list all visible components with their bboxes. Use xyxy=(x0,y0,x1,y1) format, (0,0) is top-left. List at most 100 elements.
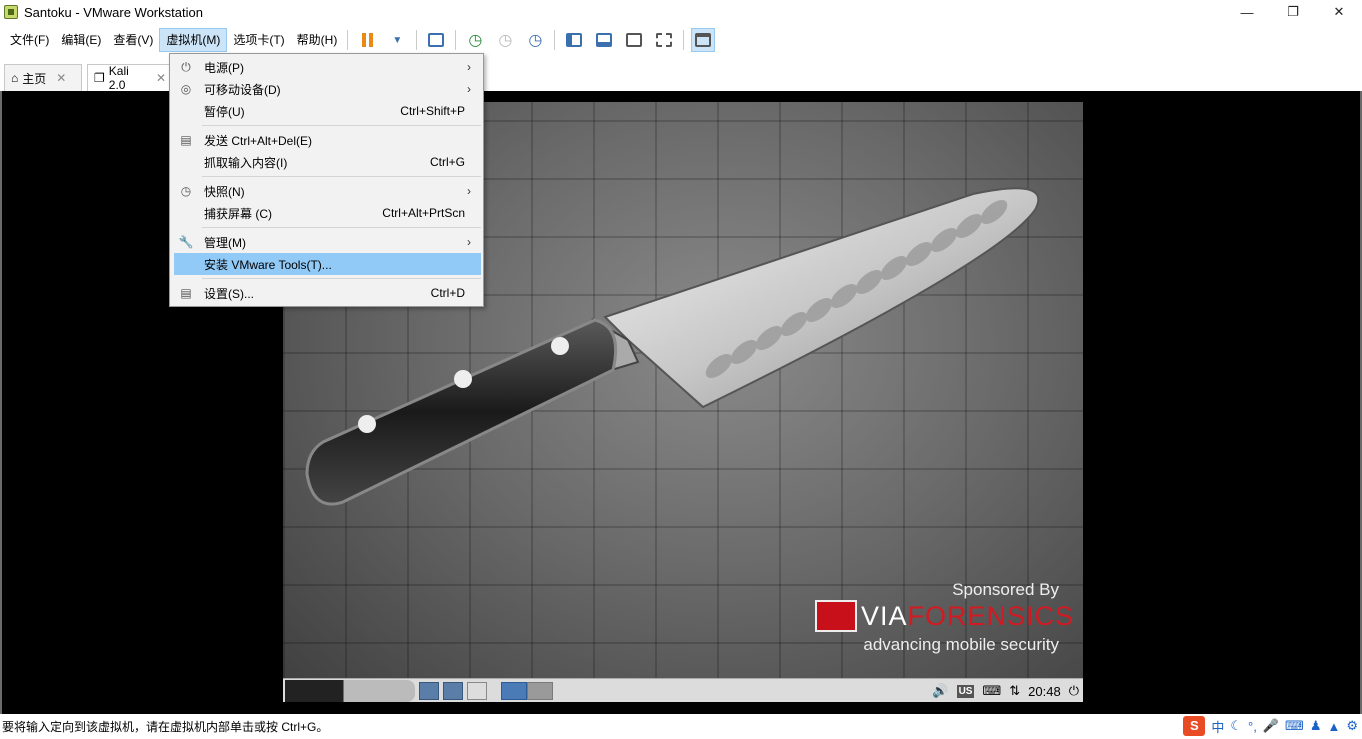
workspace-2[interactable] xyxy=(527,681,553,700)
ime-mode[interactable]: 中 xyxy=(1211,717,1224,736)
revert-snapshot-button[interactable]: ◷ xyxy=(493,28,517,52)
menu-edit[interactable]: 编辑(E) xyxy=(55,28,107,52)
snapshot-revert-icon: ◷ xyxy=(498,32,513,49)
network-icon[interactable]: ⇅ xyxy=(1009,683,1020,699)
fullscreen-icon xyxy=(626,33,643,47)
unity-button[interactable] xyxy=(652,28,676,52)
vmware-app-icon xyxy=(4,5,18,19)
guest-panel: 🔊 US ⌨ ⇅ 20:48 ⏻ xyxy=(283,678,1083,702)
status-bar: 要将输入定向到该虚拟机，请在虚拟机内部单击或按 Ctrl+G。 S 中 ☾ °,… xyxy=(0,714,1362,739)
status-text: 要将输入定向到该虚拟机，请在虚拟机内部单击或按 Ctrl+G。 xyxy=(2,720,329,734)
tab-label: 主页 xyxy=(22,71,47,86)
snapshot-icon: ◷ xyxy=(180,184,192,198)
tab-label: Kali 2.0 xyxy=(108,64,129,92)
tools-icon[interactable]: ⚙ xyxy=(1346,718,1358,734)
toolbar-separator xyxy=(683,30,685,50)
chevron-down-icon: ▼ xyxy=(392,34,403,46)
menu-item-settings[interactable]: ▤ 设置(S)... Ctrl+D xyxy=(174,282,481,304)
vm-context-menu: ⏻ 电源(P) › ◎ 可移动设备(D) › 暂停(U) Ctrl+Shift+P ▤ 发送… xyxy=(169,53,484,307)
keyboard-icon[interactable]: ⌨ xyxy=(982,683,1001,699)
menu-view[interactable]: 查看(V) xyxy=(107,28,159,52)
shortcut-label: Ctrl+G xyxy=(429,155,465,169)
file-manager-icon[interactable] xyxy=(419,681,439,700)
toolbar-separator xyxy=(347,30,349,50)
menu-item-grab-input[interactable]: 抓取输入内容(I) Ctrl+G xyxy=(174,151,481,173)
vm-icon: ❐ xyxy=(94,71,105,85)
thumbnail-icon xyxy=(596,33,613,47)
disc-icon: ◎ xyxy=(180,82,192,96)
menu-item-manage[interactable]: 🔧 管理(M) › xyxy=(174,231,481,253)
menu-divider xyxy=(202,176,481,177)
minimize-button[interactable]: — xyxy=(1224,0,1270,24)
snapshot-manager-icon: ◷ xyxy=(528,32,543,49)
menu-item-power[interactable]: ⏻ 电源(P) › xyxy=(174,56,481,78)
keyboard-icon[interactable]: ⌨ xyxy=(1285,718,1304,734)
browser-icon[interactable] xyxy=(443,681,463,700)
logo-text-via: VIA xyxy=(861,600,908,631)
menu-item-send-ctrl-alt-del[interactable]: ▤ 发送 Ctrl+Alt+Del(E) xyxy=(174,129,481,151)
workspace-switcher[interactable] xyxy=(501,681,553,700)
close-button[interactable]: ✕ xyxy=(1316,0,1362,24)
sponsored-by-text: Sponsored By xyxy=(952,580,1059,599)
menu-item-pause[interactable]: 暂停(U) Ctrl+Shift+P xyxy=(174,100,481,122)
menu-item-capture-screen[interactable]: 捕获屏幕 (C) Ctrl+Alt+PrtScn xyxy=(174,202,481,224)
skin-icon[interactable]: ▲ xyxy=(1327,719,1340,734)
send-ctrl-alt-del-button[interactable] xyxy=(424,28,448,52)
maximize-button[interactable]: ❐ xyxy=(1270,0,1316,24)
clock[interactable]: 20:48 xyxy=(1028,684,1061,699)
chevron-right-icon: › xyxy=(467,235,471,249)
wrench-icon: 🔧 xyxy=(178,235,194,249)
close-icon[interactable]: ✕ xyxy=(56,71,66,85)
shortcut-label: Ctrl+Shift+P xyxy=(400,104,465,118)
snapshot-manager-button[interactable]: ◷ xyxy=(523,28,547,52)
logo-text-forensics: FORENSICS xyxy=(907,600,1075,631)
close-icon[interactable]: ✕ xyxy=(156,71,166,85)
workspace-1[interactable] xyxy=(501,681,527,700)
pause-icon xyxy=(361,33,373,47)
punctuation-icon[interactable]: °, xyxy=(1248,719,1257,734)
settings-icon: ▤ xyxy=(180,286,192,300)
title-bar: Santoku - VMware Workstation — ❐ ✕ xyxy=(0,0,1362,24)
menu-vm[interactable]: 虚拟机(M) xyxy=(159,28,228,52)
tab-kali[interactable]: ❐ Kali 2.0 ✕ xyxy=(87,64,173,92)
home-icon: ⌂ xyxy=(11,71,19,85)
toolbar-separator xyxy=(416,30,418,50)
terminal-icon[interactable] xyxy=(467,681,487,700)
unity-icon xyxy=(656,33,673,47)
snapshot-icon: ◷ xyxy=(468,32,483,49)
full-screen-button[interactable] xyxy=(622,28,646,52)
user-icon[interactable]: ♟ xyxy=(1310,718,1322,734)
chevron-right-icon: › xyxy=(467,184,471,198)
menu-item-removable-devices[interactable]: ◎ 可移动设备(D) › xyxy=(174,78,481,100)
moon-icon[interactable]: ☾ xyxy=(1230,718,1242,734)
menu-item-snapshot[interactable]: ◷ 快照(N) › xyxy=(174,180,481,202)
shortcut-label: Ctrl+D xyxy=(430,286,465,300)
chevron-right-icon: › xyxy=(467,82,471,96)
shortcut-label: Ctrl+Alt+PrtScn xyxy=(382,206,465,220)
network-icon: ▤ xyxy=(180,133,192,147)
chevron-right-icon: › xyxy=(467,60,471,74)
menu-help[interactable]: 帮助(H) xyxy=(291,28,344,52)
menu-file[interactable]: 文件(F) xyxy=(4,28,55,52)
menu-tabs[interactable]: 选项卡(T) xyxy=(227,28,290,52)
thumbnail-bar-button[interactable] xyxy=(592,28,616,52)
start-menu-button[interactable] xyxy=(285,679,415,702)
library-icon xyxy=(566,33,583,47)
keyboard-layout[interactable]: US xyxy=(956,684,975,698)
microphone-icon[interactable]: 🎤 xyxy=(1263,718,1279,734)
viaforensics-logo-icon xyxy=(815,600,857,632)
menu-divider xyxy=(202,125,481,126)
network-icon xyxy=(428,33,445,47)
tab-home[interactable]: ⌂ 主页 ✕ xyxy=(4,64,82,91)
take-snapshot-button[interactable]: ◷ xyxy=(463,28,487,52)
sogou-ime-icon[interactable]: S xyxy=(1183,716,1206,736)
show-library-button[interactable] xyxy=(562,28,586,52)
power-icon[interactable]: ⏻ xyxy=(1069,683,1079,699)
volume-icon[interactable]: 🔊 xyxy=(932,683,948,699)
power-icon: ⏻ xyxy=(181,59,191,74)
toolbar-separator xyxy=(455,30,457,50)
pause-button[interactable] xyxy=(355,28,379,52)
menu-item-install-vmware-tools[interactable]: 安装 VMware Tools(T)... xyxy=(174,253,481,275)
console-view-button[interactable] xyxy=(691,28,716,52)
power-dropdown-button[interactable]: ▼ xyxy=(385,28,409,52)
